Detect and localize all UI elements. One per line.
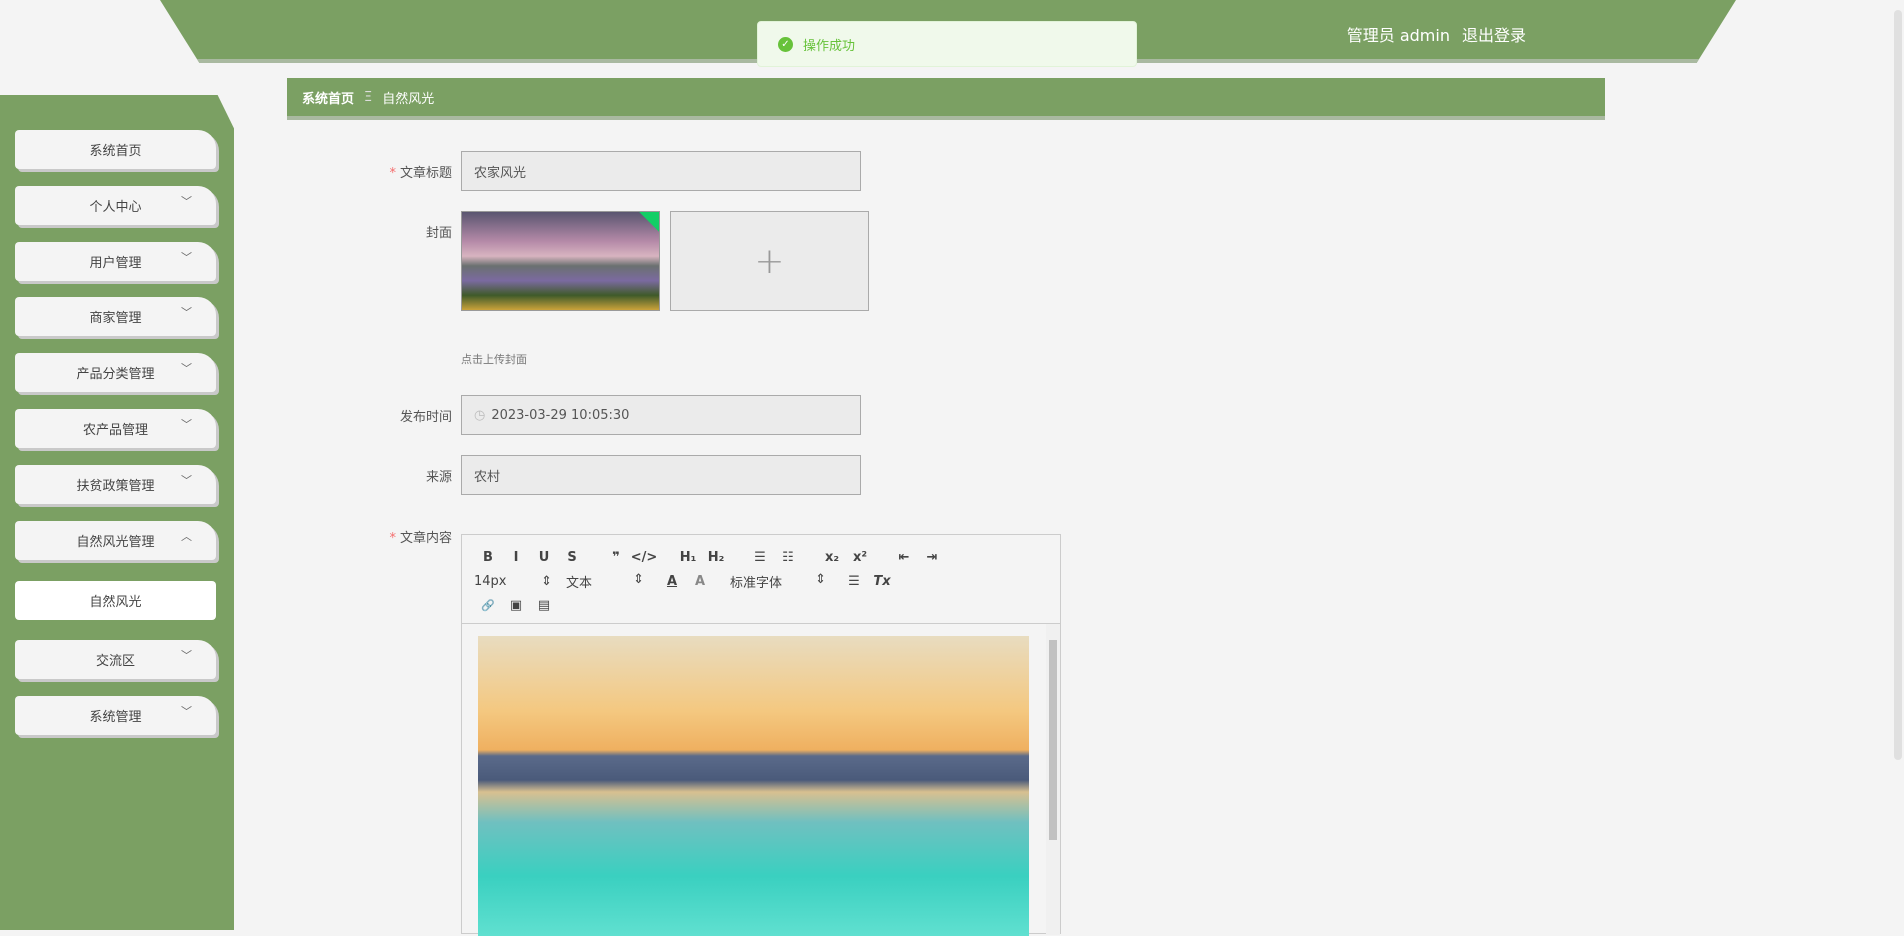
logout-link[interactable]: 退出登录	[1462, 26, 1526, 45]
sidebar-item-label: 自然风光	[89, 595, 142, 610]
sidebar-item[interactable]: 交流区 ﹀	[15, 640, 216, 679]
sidebar-item-label: 自然风光管理	[76, 535, 155, 550]
code-button[interactable]: </>	[630, 550, 658, 565]
toast-message: 操作成功	[803, 38, 856, 54]
sidebar-item-label: 农产品管理	[82, 423, 148, 438]
title-label: * 文章标题	[389, 166, 452, 181]
h2-button[interactable]: H₂	[702, 550, 730, 565]
font-color-button[interactable]: A	[658, 574, 686, 589]
title-input[interactable]: 农家风光	[461, 151, 861, 191]
cover-label: 封面	[425, 226, 452, 241]
content-label: * 文章内容	[389, 531, 452, 546]
sidebar-item-label: 系统首页	[89, 144, 142, 159]
time-label: 发布时间	[399, 410, 452, 425]
editor-toolbar: B I U S ❞ </> H₁ H₂ ☰ ☷ x₂ x² ⇤ ⇥ 14px ⇕ 文本 ⇕ A A 标准字体 ⇕…	[462, 535, 1060, 624]
sidebar-item-label: 商家管理	[89, 311, 142, 326]
video-icon[interactable]: ▤	[530, 598, 558, 613]
sidebar-item[interactable]: 产品分类管理 ﹀	[15, 353, 216, 392]
sidebar-item-label: 扶贫政策管理	[76, 479, 155, 494]
strike-button[interactable]: S	[558, 550, 586, 565]
size-select[interactable]: 14px ⇕	[474, 574, 566, 589]
sidebar-item-label: 系统管理	[89, 710, 142, 725]
sidebar-item-label: 用户管理	[89, 256, 142, 271]
italic-button[interactable]: I	[502, 550, 530, 565]
upload-cover-button[interactable]: +	[670, 211, 869, 311]
chevron-icon: ﹀	[181, 705, 192, 718]
sidebar-item[interactable]: 农产品管理 ﹀	[15, 409, 216, 448]
chevron-icon: ︿	[181, 530, 192, 543]
header-select[interactable]: 文本 ⇕	[566, 572, 658, 591]
rich-text-editor[interactable]: B I U S ❞ </> H₁ H₂ ☰ ☷ x₂ x² ⇤ ⇥ 14px ⇕ 文本 ⇕ A A 标准字体 ⇕…	[461, 534, 1061, 936]
clean-format-button[interactable]: Tx	[868, 574, 896, 589]
breadcrumb-current: 自然风光	[382, 91, 435, 107]
check-circle-icon: ✓	[778, 36, 793, 52]
sidebar-item[interactable]: 用户管理 ﹀	[15, 242, 216, 281]
editor-scrollbar[interactable]	[1046, 624, 1060, 935]
sidebar-item[interactable]: 自然风光管理 ︿	[15, 521, 216, 560]
breadcrumb-separator: Ξ	[364, 89, 373, 105]
superscript-button[interactable]: x²	[846, 550, 874, 565]
chevron-icon: ﹀	[181, 649, 192, 662]
success-toast: ✓ 操作成功	[757, 21, 1137, 67]
sidebar-item-label: 个人中心	[89, 200, 142, 215]
subscript-button[interactable]: x₂	[818, 550, 846, 565]
sidebar-item-label: 交流区	[95, 654, 135, 669]
underline-button[interactable]: U	[530, 550, 558, 565]
sidebar-item[interactable]: 个人中心 ﹀	[15, 186, 216, 225]
chevron-icon: ﹀	[181, 251, 192, 264]
breadcrumb-home[interactable]: 系统首页	[302, 88, 354, 107]
bullet-list-button[interactable]: ☷	[774, 550, 802, 565]
cover-image[interactable]	[461, 211, 660, 311]
chevron-icon: ﹀	[181, 418, 192, 431]
uploaded-badge	[639, 212, 659, 232]
sidebar-item[interactable]: 扶贫政策管理 ﹀	[15, 465, 216, 504]
background-color-button[interactable]: A	[686, 574, 714, 589]
align-button[interactable]: ☰	[840, 574, 868, 589]
user-area: 管理员 admin 退出登录	[1335, 22, 1526, 46]
cover-hint: 点击上传封面	[461, 353, 527, 366]
outdent-button[interactable]: ⇤	[890, 550, 918, 565]
chevron-icon: ﹀	[181, 362, 192, 375]
chevron-icon: ﹀	[181, 306, 192, 319]
breadcrumb: 系统首页 Ξ 自然风光	[287, 78, 1605, 120]
chevron-icon: ﹀	[181, 474, 192, 487]
source-input[interactable]: 农村	[461, 455, 861, 495]
blockquote-button[interactable]: ❞	[602, 550, 630, 565]
sidebar-item[interactable]: 系统管理 ﹀	[15, 696, 216, 735]
sidebar-item[interactable]: 商家管理 ﹀	[15, 297, 216, 336]
h1-button[interactable]: H₁	[674, 550, 702, 565]
clock-icon: ◷	[474, 407, 486, 423]
source-label: 来源	[425, 470, 452, 485]
indent-button[interactable]: ⇥	[918, 550, 946, 565]
sidebar-item-label: 产品分类管理	[76, 367, 155, 382]
bold-button[interactable]: B	[474, 550, 502, 565]
page-scrollbar[interactable]	[1892, 0, 1904, 930]
image-icon[interactable]: ▣	[502, 598, 530, 613]
ordered-list-button[interactable]: ☰	[746, 550, 774, 565]
font-select[interactable]: 标准字体 ⇕	[730, 572, 840, 591]
sidebar-item[interactable]: 系统首页	[15, 130, 216, 169]
user-label: 管理员 admin	[1346, 26, 1450, 45]
link-icon[interactable]: 🔗	[474, 599, 502, 612]
chevron-icon: ﹀	[181, 195, 192, 208]
content-image	[478, 636, 1029, 936]
time-input[interactable]: ◷ 2023-03-29 10:05:30	[461, 395, 861, 435]
sidebar-item[interactable]: 自然风光	[15, 581, 216, 620]
